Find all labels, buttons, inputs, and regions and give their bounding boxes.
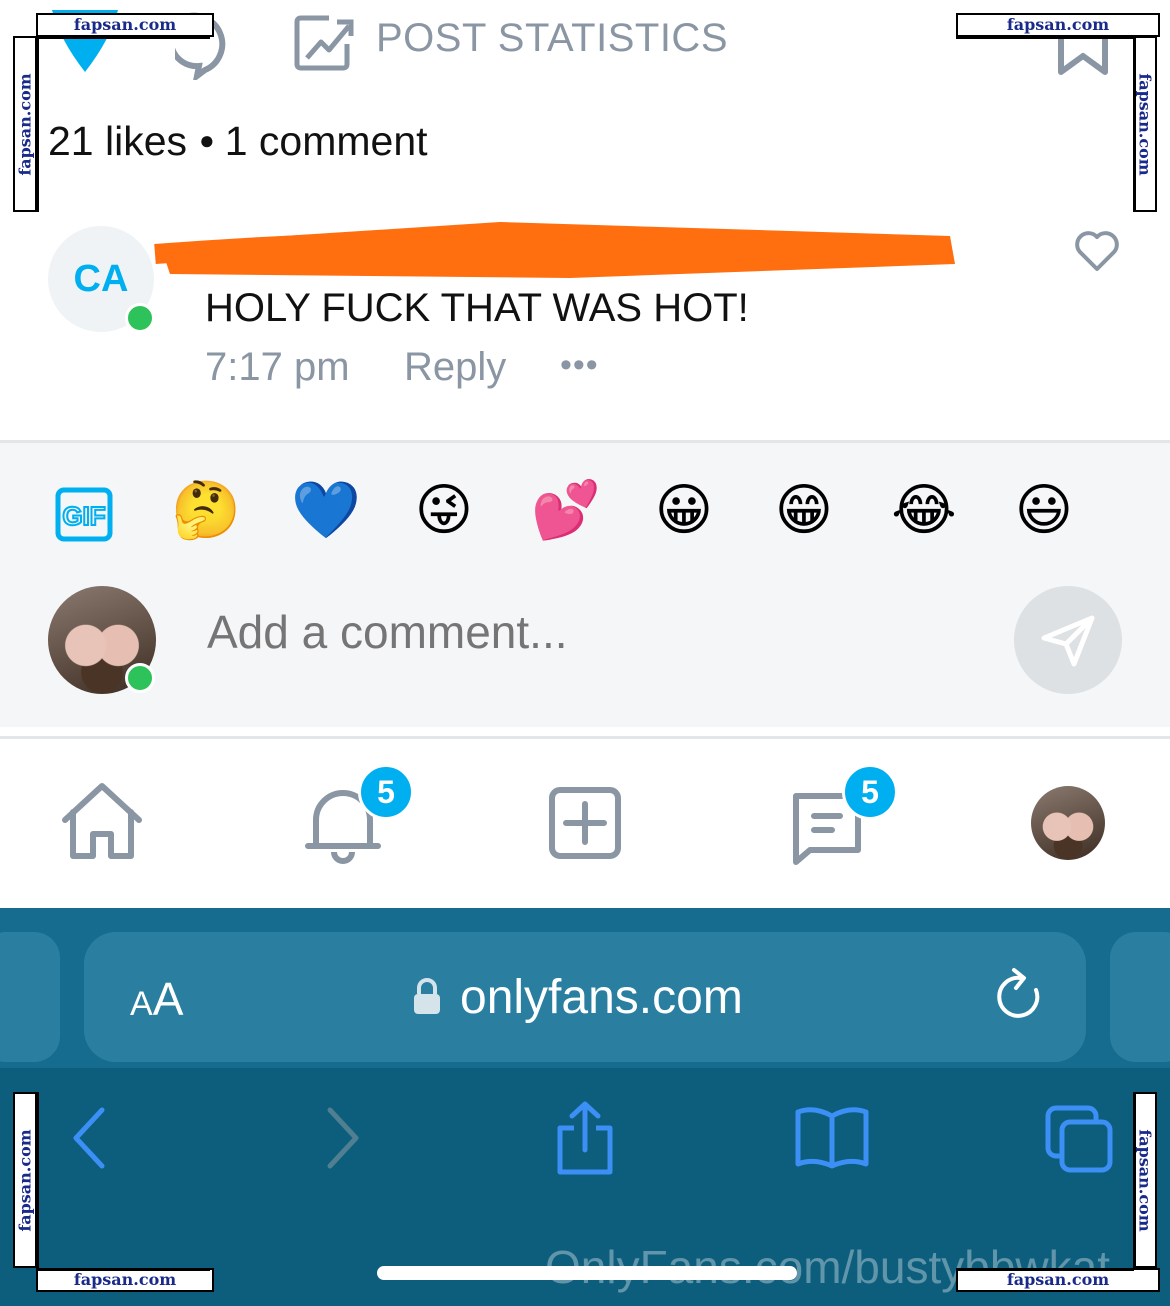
emoji-two-hearts[interactable]: 💕 [531,478,601,544]
next-tab-pill[interactable] [1110,932,1170,1062]
send-paper-plane-icon [1041,615,1095,667]
redacted-username-scribble [154,222,955,278]
watermark-frame-line [36,1092,39,1270]
text-size-small-label: A [130,985,153,1023]
new-post-plus-icon[interactable] [542,780,628,866]
current-user-online-indicator [125,663,155,693]
notifications-badge: 5 [358,764,414,820]
watermark-bottom-left: fapsan.com [36,1268,214,1292]
watermark-top-left: fapsan.com [36,13,214,37]
comment-timestamp: 7:17 pm [205,345,350,389]
share-icon[interactable] [552,1100,618,1176]
likes-count[interactable]: 21 likes [48,118,187,164]
watermark-right-bottom: fapsan.com [1133,1092,1157,1268]
emoji-beaming[interactable]: 😁 [771,478,837,544]
emoji-smiley[interactable]: 😃 [1011,478,1077,544]
emoji-winking-tongue[interactable]: 😜 [411,478,477,544]
watermark-right-top: fapsan.com [1133,36,1157,212]
gif-label: GIF [62,501,105,531]
messages-badge: 5 [842,764,898,820]
comment-like-heart-icon[interactable] [1074,228,1120,274]
post-counts: 21 likes ● 1 comment [48,118,428,165]
comment-reply-link[interactable]: Reply [404,345,506,390]
watermark-frame-line [956,36,1134,39]
forward-chevron-icon[interactable] [320,1100,364,1176]
watermark-left-bottom: fapsan.com [13,1092,37,1268]
watermark-top-right: fapsan.com [956,13,1160,37]
watermark-frame-line [36,1268,210,1271]
watermark-frame-line [1133,36,1136,212]
comment-more-options[interactable]: ••• [560,346,599,385]
watermark-bottom-right: fapsan.com [956,1268,1160,1292]
profile-avatar-nav[interactable] [1031,786,1105,860]
watermark-frame-line [1133,1092,1136,1270]
previous-tab-pill[interactable] [0,932,60,1062]
emoji-blue-heart[interactable]: 💙 [291,478,361,544]
commenter-initials: CA [73,257,129,300]
send-comment-button[interactable] [1014,586,1122,694]
home-icon[interactable] [59,780,145,866]
bookmarks-book-icon[interactable] [794,1100,870,1176]
watermark-frame-line [36,36,39,212]
emoji-thinking[interactable]: 🤔 [171,478,241,544]
watermark-left-top: fapsan.com [13,36,37,212]
separator-dot: ● [199,124,215,155]
comment-bubble-icon[interactable] [175,0,235,80]
lock-icon [414,978,440,1014]
watermark-frame-line [36,36,210,39]
emoji-tears-of-joy[interactable]: 😂 [891,478,957,544]
gif-button[interactable]: GIF [55,487,113,542]
back-chevron-icon[interactable] [66,1100,110,1176]
emoji-grinning[interactable]: 😀 [651,478,717,544]
watermark-frame-line [956,1268,1134,1271]
tabs-overview-icon[interactable] [1044,1100,1116,1176]
comments-count[interactable]: 1 comment [225,118,428,164]
post-statistics-label[interactable]: POST STATISTICS [376,16,728,61]
comment-text: HOLY FUCK THAT WAS HOT! [205,286,749,330]
url-text[interactable]: onlyfans.com [460,970,743,1025]
reload-icon[interactable] [994,966,1048,1026]
text-size-button[interactable]: AA [130,972,183,1026]
commenter-online-indicator [125,303,155,333]
text-size-large-label: A [152,973,184,1025]
post-statistics-icon[interactable] [293,14,355,72]
comment-input[interactable] [205,604,989,660]
